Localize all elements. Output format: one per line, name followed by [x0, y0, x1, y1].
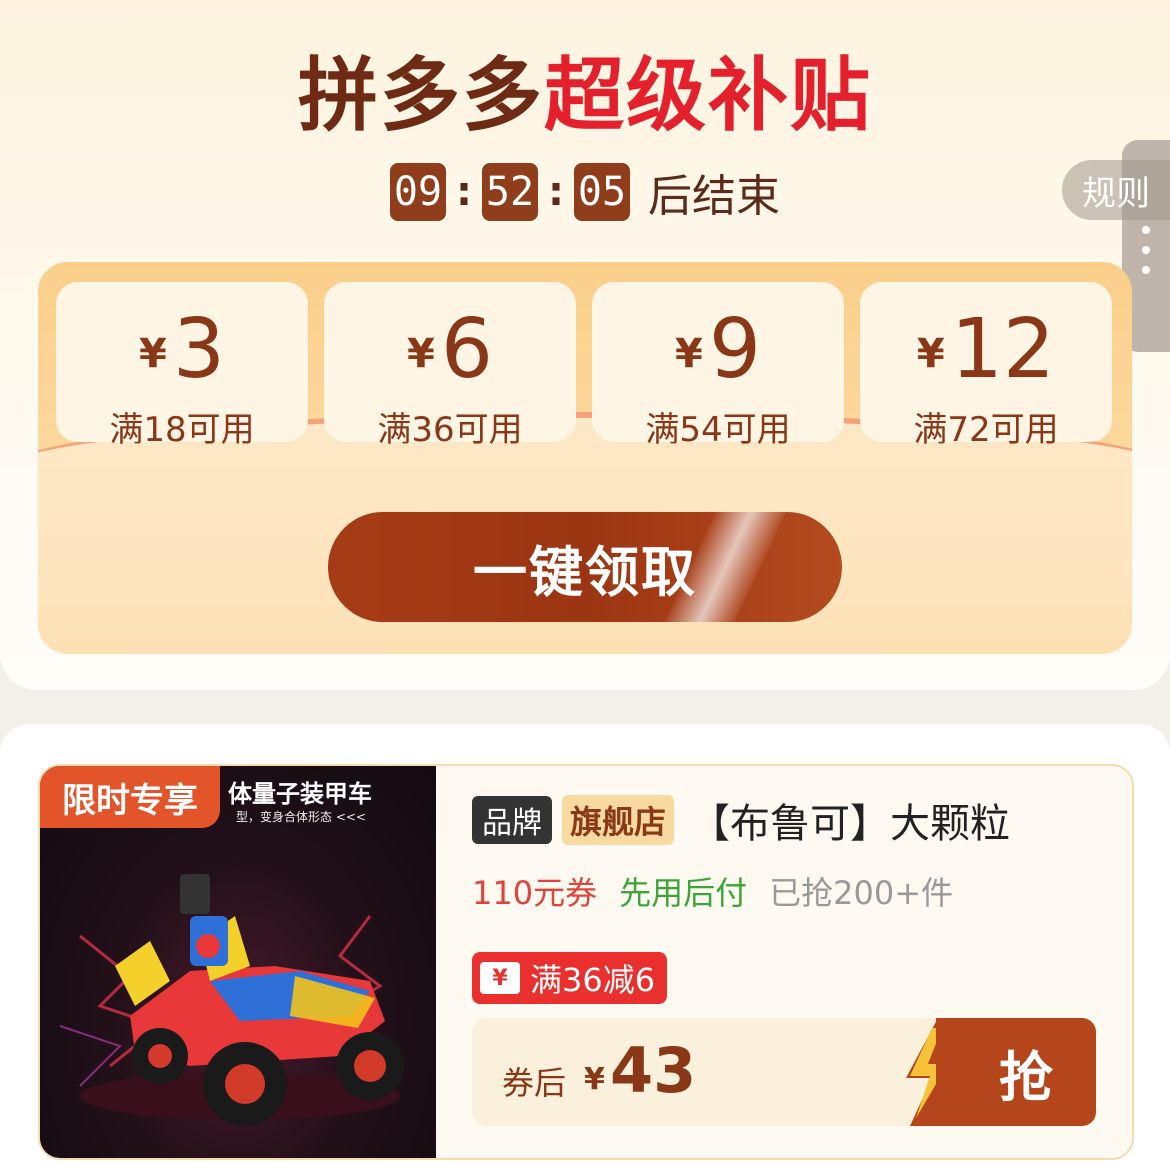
currency-symbol: ¥	[916, 331, 945, 377]
final-price: 43	[610, 1034, 697, 1107]
discount-badge: ¥ 满36减6	[472, 952, 668, 1004]
coupon-amount: 12	[950, 302, 1056, 397]
countdown-hours: 09	[390, 163, 446, 221]
product-title: 【布鲁可】大颗粒	[690, 801, 1011, 847]
coupon-amount: 6	[440, 302, 493, 397]
rules-button[interactable]: 规则	[1062, 160, 1170, 220]
super-subsidy-title: 超级补贴	[544, 49, 872, 142]
brand-tag: 品牌	[472, 796, 552, 844]
coupon-condition: 满36可用	[377, 410, 523, 450]
brand-name: 拼多多	[298, 49, 544, 142]
coupon-card[interactable]: ¥3 满18可用	[56, 282, 308, 450]
image-subcaption: 型，变身合体形态 <<<	[236, 810, 366, 824]
grab-button[interactable]: 抢	[936, 1018, 1096, 1126]
image-caption: 体量子装甲车	[228, 780, 372, 808]
coupon-panel: ¥3 满18可用 ¥6 满36可用 ¥9 满54可用 ¥12 满72可用 一键领…	[38, 262, 1132, 654]
coupon-condition: 满18可用	[109, 410, 255, 450]
countdown-suffix: 后结束	[648, 171, 780, 222]
product-meta: 110元券 先用后付 已抢200+件	[472, 868, 1112, 914]
sold-count: 已抢200+件	[769, 874, 954, 912]
coupon-condition: 满54可用	[645, 410, 791, 450]
currency-symbol: ¥	[674, 331, 703, 377]
flagship-store-tag: 旗舰店	[562, 795, 675, 845]
coupon-amount: 9	[708, 302, 761, 397]
product-card[interactable]: 体量子装甲车 型，变身合体形态 <<< 限时专享 品牌 旗舰店 【布鲁可】大颗粒…	[38, 764, 1134, 1160]
coupon-card[interactable]: ¥9 满54可用	[592, 282, 844, 450]
coupon-card[interactable]: ¥12 满72可用	[860, 282, 1112, 450]
coupon-amount: 3	[172, 302, 225, 397]
price-bar[interactable]: 券后 ¥ 43 抢	[472, 1018, 1096, 1126]
coupon-info: 110元券	[472, 874, 598, 912]
coupon-card[interactable]: ¥6 满36可用	[324, 282, 576, 450]
countdown-timer: 09 : 52 : 05 后结束	[0, 160, 1170, 224]
pay-later-label: 先用后付	[619, 874, 748, 912]
discount-text: 满36减6	[530, 961, 656, 999]
product-image[interactable]: 体量子装甲车 型，变身合体形态 <<< 限时专享	[40, 766, 436, 1158]
claim-all-label: 一键领取	[473, 540, 697, 604]
colon-separator: :	[456, 169, 472, 215]
more-options-icon[interactable]	[1136, 226, 1156, 274]
limited-time-tag: 限时专享	[40, 766, 220, 828]
yen-coupon-icon: ¥	[480, 962, 520, 994]
currency-symbol: ¥	[406, 331, 435, 377]
countdown-minutes: 52	[482, 163, 538, 221]
after-coupon-label: 券后	[502, 1064, 567, 1102]
page-title: 拼多多超级补贴	[0, 48, 1170, 144]
subsidy-promo-panel: 拼多多超级补贴 09 : 52 : 05 后结束 规则 ¥3 满18可用 ¥6 …	[0, 0, 1170, 690]
product-card-container: 体量子装甲车 型，变身合体形态 <<< 限时专享 品牌 旗舰店 【布鲁可】大颗粒…	[0, 724, 1170, 1164]
coupon-condition: 满72可用	[913, 410, 1059, 450]
countdown-seconds: 05	[574, 163, 630, 221]
price-currency: ¥	[584, 1062, 605, 1097]
product-title-row[interactable]: 品牌 旗舰店 【布鲁可】大颗粒	[472, 794, 1112, 847]
claim-all-button[interactable]: 一键领取	[328, 512, 842, 622]
colon-separator: :	[548, 169, 564, 215]
currency-symbol: ¥	[138, 331, 167, 377]
product-info: 品牌 旗舰店 【布鲁可】大颗粒 110元券 先用后付 已抢200+件 ¥ 满36…	[472, 794, 1112, 1126]
